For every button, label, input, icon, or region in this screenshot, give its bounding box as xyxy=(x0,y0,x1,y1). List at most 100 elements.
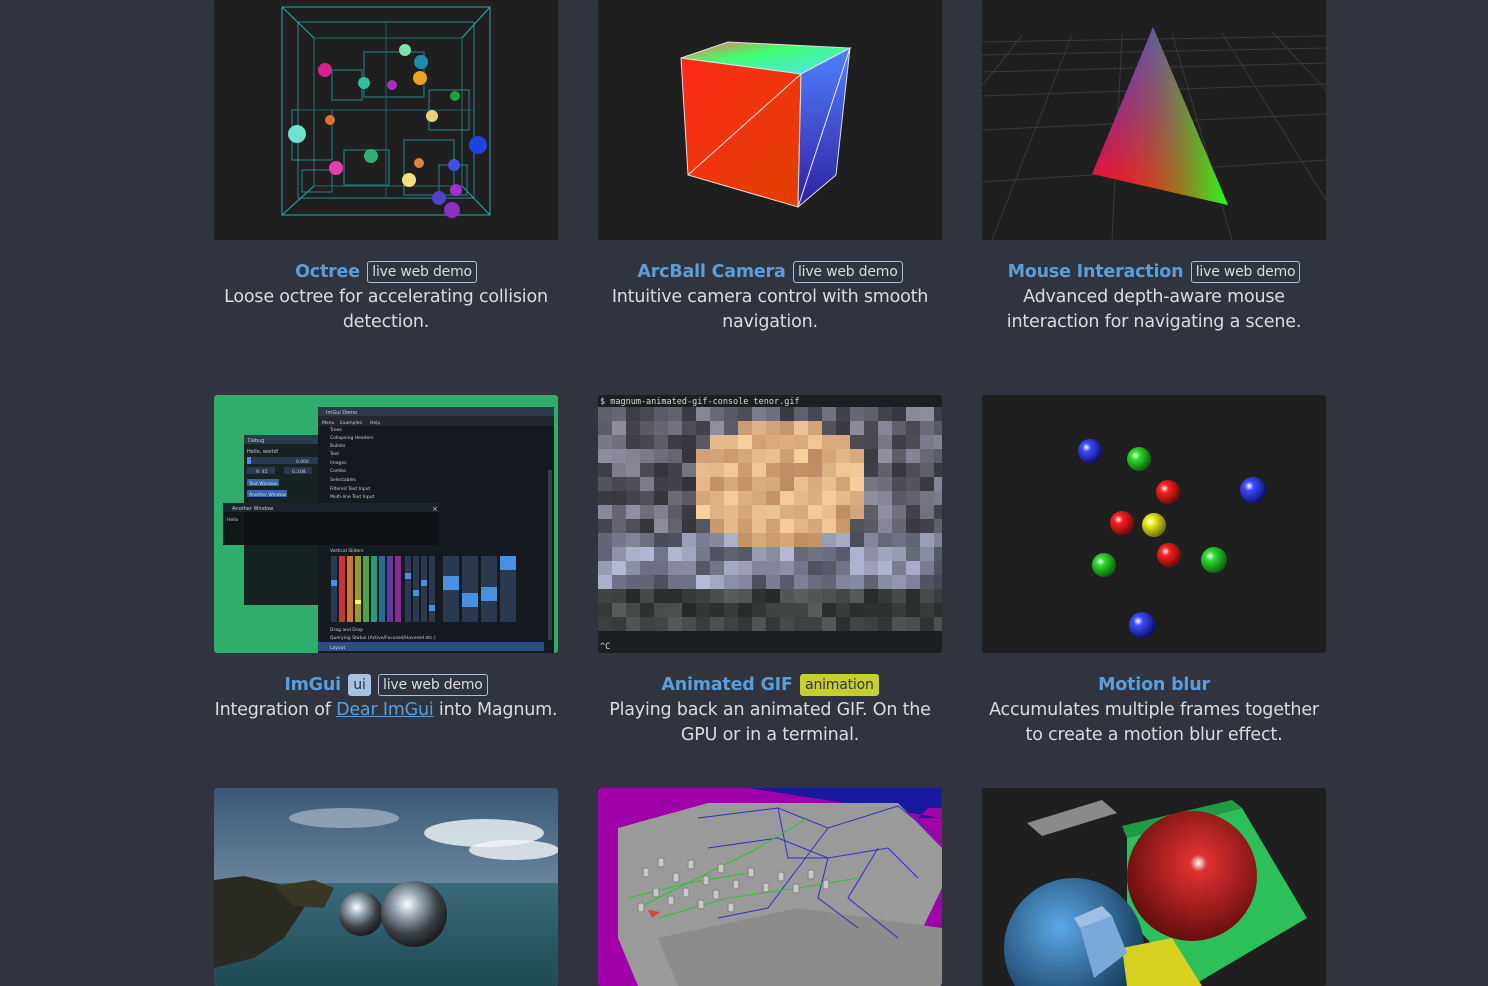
octree-thumbnail[interactable] xyxy=(214,0,558,240)
gif-pixel xyxy=(780,547,794,561)
gif-pixel xyxy=(598,561,612,575)
gif-pixel xyxy=(850,589,864,603)
gif-pixel xyxy=(780,435,794,449)
gif-pixel xyxy=(864,449,878,463)
imgui-layout-label: Layout xyxy=(330,645,346,651)
gif-pixel xyxy=(752,575,766,589)
gif-pixel xyxy=(752,463,766,477)
gif-pixel xyxy=(766,407,780,421)
octree-title-link[interactable]: Octree xyxy=(295,262,360,282)
reflection-thumbnail[interactable] xyxy=(214,788,558,986)
imgui-another-window-button: Another Window xyxy=(249,492,286,498)
imgui-vsliders-label: Vertical Sliders xyxy=(330,548,364,554)
gif-pixel xyxy=(920,519,934,533)
motion-blur-title-link[interactable]: Motion blur xyxy=(1098,675,1210,695)
gif-pixel xyxy=(850,547,864,561)
animation-badge[interactable]: animation xyxy=(800,674,879,696)
gif-pixel xyxy=(892,491,906,505)
gif-pixel xyxy=(654,575,668,589)
live-web-demo-badge[interactable]: live web demo xyxy=(1190,261,1301,283)
gif-pixel xyxy=(850,533,864,547)
gif-pixel xyxy=(696,449,710,463)
imgui-tree-item: Filtered Text Input xyxy=(330,486,371,492)
gif-pixel xyxy=(612,463,626,477)
gif-pixel xyxy=(668,547,682,561)
mouse-interaction-title-link[interactable]: Mouse Interaction xyxy=(1008,262,1184,282)
gif-pixel xyxy=(682,547,696,561)
gif-pixel xyxy=(822,435,836,449)
gif-pixel xyxy=(920,589,934,603)
gif-pixel xyxy=(668,407,682,421)
gif-pixel xyxy=(710,617,724,631)
gif-pixel xyxy=(724,603,738,617)
dear-imgui-link[interactable]: Dear ImGui xyxy=(336,700,434,720)
imgui-title-link[interactable]: ImGui xyxy=(284,675,341,695)
live-web-demo-badge[interactable]: live web demo xyxy=(378,674,488,696)
arcball-caption: ArcBall Camera live web demo Intuitive c… xyxy=(598,260,942,335)
gif-pixel xyxy=(682,435,696,449)
gif-pixel xyxy=(864,505,878,519)
gif-pixel xyxy=(780,449,794,463)
imgui-caption: ImGui ui live web demo Integration of De… xyxy=(214,673,558,723)
gif-pixel xyxy=(892,435,906,449)
gif-pixel xyxy=(598,575,612,589)
gif-pixel xyxy=(696,435,710,449)
gif-pixel xyxy=(752,533,766,547)
gif-pixel xyxy=(598,603,612,617)
gif-pixel xyxy=(892,463,906,477)
gif-pixel xyxy=(766,589,780,603)
gif-pixel xyxy=(696,561,710,575)
gif-pixel xyxy=(878,463,892,477)
gif-pixel xyxy=(864,491,878,505)
gif-pixel xyxy=(626,519,640,533)
gif-pixel xyxy=(654,603,668,617)
gif-pixel xyxy=(920,603,934,617)
navmesh-thumbnail[interactable] xyxy=(598,788,942,986)
imgui-tree-item: Trees xyxy=(329,427,342,433)
ui-badge[interactable]: ui xyxy=(348,674,371,696)
gif-pixel xyxy=(906,505,920,519)
gif-pixel xyxy=(934,407,942,421)
gif-pixel xyxy=(710,589,724,603)
mouse-interaction-thumbnail[interactable] xyxy=(982,0,1326,240)
gif-pixel xyxy=(808,519,822,533)
gif-pixel xyxy=(626,477,640,491)
gif-pixel xyxy=(808,435,822,449)
gif-pixel xyxy=(682,603,696,617)
live-web-demo-badge[interactable]: live web demo xyxy=(792,261,903,283)
gif-pixel xyxy=(808,407,822,421)
imgui-tree-item: Selectables xyxy=(330,477,357,483)
imgui-querying-label: Querying Status (Active/Focused/Hovered … xyxy=(330,635,436,641)
animated-gif-title-link[interactable]: Animated GIF xyxy=(661,675,793,695)
gif-pixel xyxy=(724,435,738,449)
gif-pixel xyxy=(738,505,752,519)
gif-pixel xyxy=(724,421,738,435)
animated-gif-thumbnail[interactable]: $ magnum-animated-gif-console tenor.gif … xyxy=(598,395,942,653)
gif-pixel xyxy=(766,505,780,519)
arcball-thumbnail[interactable] xyxy=(598,0,942,240)
gif-pixel xyxy=(752,449,766,463)
gif-pixel xyxy=(766,519,780,533)
gif-pixel xyxy=(836,421,850,435)
gif-pixel xyxy=(738,449,752,463)
gif-pixel xyxy=(850,617,864,631)
gif-pixel xyxy=(668,449,682,463)
gif-pixel xyxy=(696,491,710,505)
gif-pixel xyxy=(836,435,850,449)
imgui-thumbnail[interactable]: Debug Hello, world! 0.000 R: 45 G:108 Te… xyxy=(214,395,558,653)
gif-pixel xyxy=(850,505,864,519)
gif-pixel xyxy=(696,519,710,533)
arcball-title-link[interactable]: ArcBall Camera xyxy=(637,262,785,282)
live-web-demo-badge[interactable]: live web demo xyxy=(367,261,477,283)
shadows-thumbnail[interactable] xyxy=(982,788,1326,986)
gif-pixel xyxy=(864,477,878,491)
gif-pixel xyxy=(766,533,780,547)
gif-pixel xyxy=(626,603,640,617)
gif-pixel xyxy=(710,435,724,449)
gif-pixel xyxy=(752,477,766,491)
motion-blur-thumbnail[interactable] xyxy=(982,395,1326,653)
gif-pixel xyxy=(696,463,710,477)
gif-pixel xyxy=(598,617,612,631)
gif-pixel xyxy=(668,435,682,449)
gif-pixel xyxy=(794,617,808,631)
